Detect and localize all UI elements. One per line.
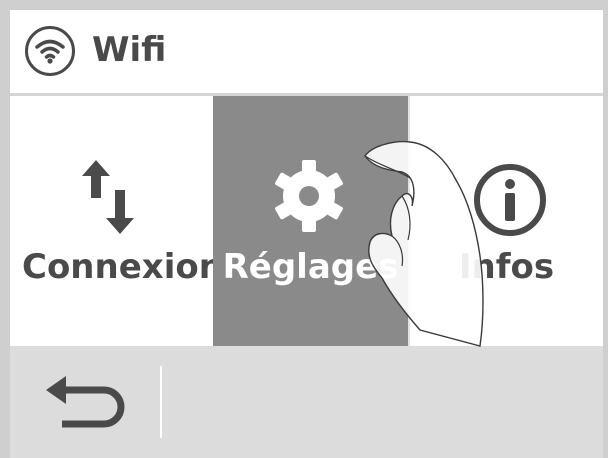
page-title: Wifi xyxy=(92,30,167,70)
gear-icon xyxy=(275,160,343,232)
tile-infos[interactable]: Infos xyxy=(410,96,603,346)
header-bar: Wifi xyxy=(10,10,603,96)
device-frame: Wifi Connexion Réglages Infos xyxy=(0,0,608,458)
tile-label-connexion: Connexion xyxy=(22,247,223,287)
screen: Wifi Connexion Réglages Infos xyxy=(10,10,603,458)
back-button[interactable] xyxy=(10,346,160,458)
back-arrow-icon xyxy=(46,376,125,428)
footer-divider xyxy=(160,366,162,438)
menu-tiles: Connexion Réglages Infos xyxy=(10,96,603,346)
tile-reglages[interactable]: Réglages xyxy=(213,96,408,346)
footer-bar xyxy=(10,346,603,458)
transfer-arrows-icon xyxy=(82,160,134,234)
tile-label-infos: Infos xyxy=(458,247,555,287)
wifi-icon xyxy=(25,26,75,76)
tile-label-reglages: Réglages xyxy=(222,247,399,287)
tile-connexion[interactable]: Connexion xyxy=(10,96,223,346)
info-icon xyxy=(474,164,546,236)
